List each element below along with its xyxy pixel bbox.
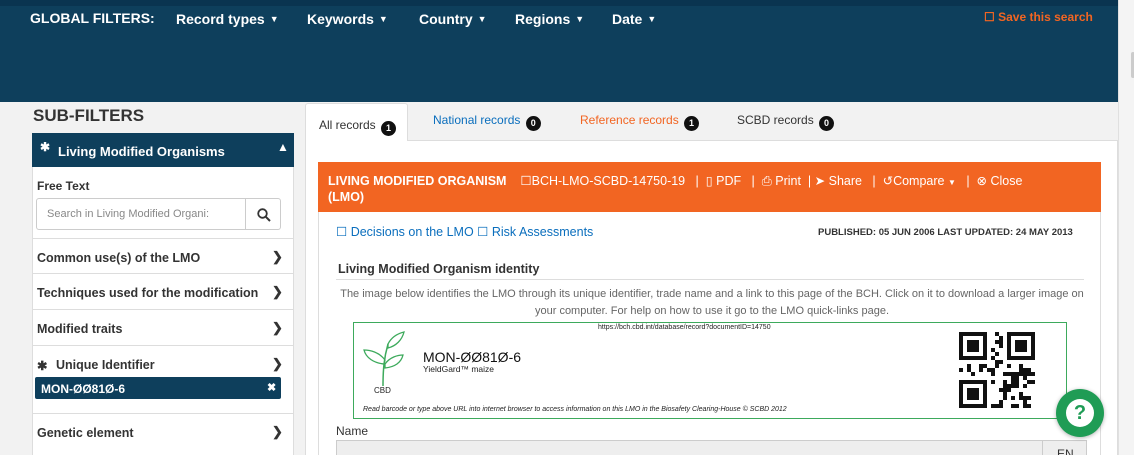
gear-icon: ✱ [37, 359, 48, 373]
section-title: Living Modified Organism identity [338, 262, 540, 276]
chevron-right-icon: ❯ [272, 320, 283, 335]
filter-date-label: Date [612, 11, 643, 27]
caret-down-icon: ▼ [378, 14, 388, 24]
chevron-right-icon: ❯ [272, 284, 283, 299]
chevron-right-icon: ❯ [272, 356, 283, 371]
filter-record-types[interactable]: Record types ▼ [176, 11, 279, 27]
global-filters-bar: GLOBAL FILTERS: Record types ▼ Keywords ▼ … [0, 0, 1134, 102]
filter-genetic-element-label: Genetic element [37, 426, 134, 440]
share-button[interactable]: Share [829, 174, 862, 188]
quicklink-identifier: MON-ØØ81Ø-6 [423, 349, 522, 365]
section-divider [336, 279, 1084, 280]
caret-down-icon: ▼ [269, 14, 279, 24]
filter-record-types-label: Record types [176, 11, 265, 27]
cbd-leaf-logo [363, 331, 405, 387]
filter-modified-traits[interactable]: Modified traits ❯ [32, 309, 294, 346]
lmo-section-label: Living Modified Organisms [58, 144, 225, 159]
count-badge: 1 [381, 121, 397, 136]
sub-filters-title: SUB-FILTERS [33, 106, 145, 125]
record-type: LIVING MODIFIED ORGANISM [328, 174, 507, 188]
selected-filter-value: MON-ØØ81Ø-6 [41, 382, 126, 396]
external-link-icon: ☐ [477, 225, 489, 239]
free-text-label: Free Text [37, 179, 90, 193]
caret-down-icon: ▼ [575, 14, 585, 24]
bookmark-icon: ☐ [984, 10, 999, 24]
name-field [336, 440, 1046, 455]
save-search-label: Save this search [998, 10, 1093, 24]
caret-up-icon: ▲ [277, 140, 289, 154]
pdf-button[interactable]: PDF [716, 174, 741, 188]
search-icon [257, 208, 271, 222]
free-text-search-button[interactable] [245, 198, 281, 230]
tab-scbd-records-label: SCBD records [737, 113, 814, 127]
filter-genetic-element[interactable]: Genetic element ❯ [32, 413, 294, 450]
count-badge: 1 [684, 116, 700, 131]
record-header: LIVING MODIFIED ORGANISM ☐BCH-LMO-SCBD-1… [318, 162, 1101, 212]
count-badge: 0 [819, 116, 835, 131]
record-links: ☐ Decisions on the LMO ☐ Risk Assessment… [336, 224, 593, 239]
tab-all-records[interactable]: All records 1 [305, 103, 408, 141]
quicklink-footer: Read barcode or type above URL into inte… [363, 406, 787, 413]
filter-techniques[interactable]: Techniques used for the modification ❯ [32, 273, 294, 310]
quicklink-trade-name: YieldGard™ maize [423, 364, 495, 374]
filter-techniques-label: Techniques used for the modification [37, 286, 259, 300]
filter-country[interactable]: Country ▼ [419, 11, 487, 27]
history-icon: ↺ [882, 174, 894, 188]
filter-unique-identifier-label: Unique Identifier [56, 358, 155, 372]
page-scrollbar[interactable] [1118, 0, 1134, 455]
print-icon: ⎙ [761, 174, 772, 188]
tab-national-records-label: National records [433, 113, 521, 127]
tab-all-records-label: All records [319, 118, 376, 132]
caret-down-icon: ▼ [947, 178, 956, 187]
language-button[interactable]: EN [1042, 440, 1087, 455]
caret-down-icon: ▼ [647, 14, 657, 24]
question-icon: ? [1066, 399, 1094, 427]
record-type-suffix: (LMO) [328, 190, 365, 204]
compare-button[interactable]: Compare [893, 174, 944, 188]
top-edge [0, 0, 1118, 6]
filter-modified-traits-label: Modified traits [37, 322, 123, 336]
save-search-link[interactable]: ☐ Save this search [984, 10, 1093, 24]
free-text-search-input[interactable] [36, 198, 246, 230]
lmo-section-header[interactable]: ✱ Living Modified Organisms ▲ [32, 133, 294, 167]
gear-icon: ✱ [40, 140, 51, 154]
filter-country-label: Country [419, 11, 473, 27]
filter-common-use-label: Common use(s) of the LMO [37, 251, 201, 265]
external-link-icon: ☐ [520, 174, 532, 188]
quicklink-url: https://bch.cbd.int/database/record?docu… [598, 324, 771, 331]
language-label: EN [1057, 447, 1074, 455]
chevron-right-icon: ❯ [272, 249, 283, 264]
close-icon: ⊗ [976, 174, 988, 188]
selected-filter-tag[interactable]: MON-ØØ81Ø-6 ✖ [35, 377, 281, 399]
section-description: The image below identifies the LMO throu… [340, 288, 1084, 317]
count-badge: 0 [525, 116, 541, 131]
tab-reference-records-label: Reference records [580, 113, 679, 127]
global-filters-label: GLOBAL FILTERS: [30, 10, 155, 26]
print-button[interactable]: Print [775, 174, 801, 188]
qr-code [959, 332, 1035, 408]
filter-regions-label: Regions [515, 11, 571, 27]
filter-common-use[interactable]: Common use(s) of the LMO ❯ [32, 238, 294, 275]
chevron-right-icon: ❯ [272, 424, 283, 439]
external-link-icon: ☐ [336, 225, 348, 239]
filter-date[interactable]: Date ▼ [612, 11, 656, 27]
risk-assessments-link[interactable]: Risk Assessments [492, 225, 593, 239]
filter-regions[interactable]: Regions ▼ [515, 11, 584, 27]
help-chat-button[interactable]: ? [1056, 389, 1104, 437]
name-label: Name [336, 424, 369, 438]
published-date: PUBLISHED: 05 JUN 2006 LAST UPDATED: 24 … [818, 227, 1073, 238]
cbd-logo-text: CBD [374, 386, 391, 395]
remove-icon[interactable]: ✖ [267, 381, 276, 394]
caret-down-icon: ▼ [477, 14, 487, 24]
record-id-link[interactable]: BCH-LMO-SCBD-14750-19 [532, 174, 686, 188]
pdf-icon: ▯ [705, 174, 713, 188]
filter-keywords-label: Keywords [307, 11, 374, 27]
decisions-link[interactable]: Decisions on the LMO [351, 225, 474, 239]
close-button[interactable]: Close [991, 174, 1023, 188]
filter-keywords[interactable]: Keywords ▼ [307, 11, 388, 27]
share-icon: ➤ [814, 174, 826, 188]
